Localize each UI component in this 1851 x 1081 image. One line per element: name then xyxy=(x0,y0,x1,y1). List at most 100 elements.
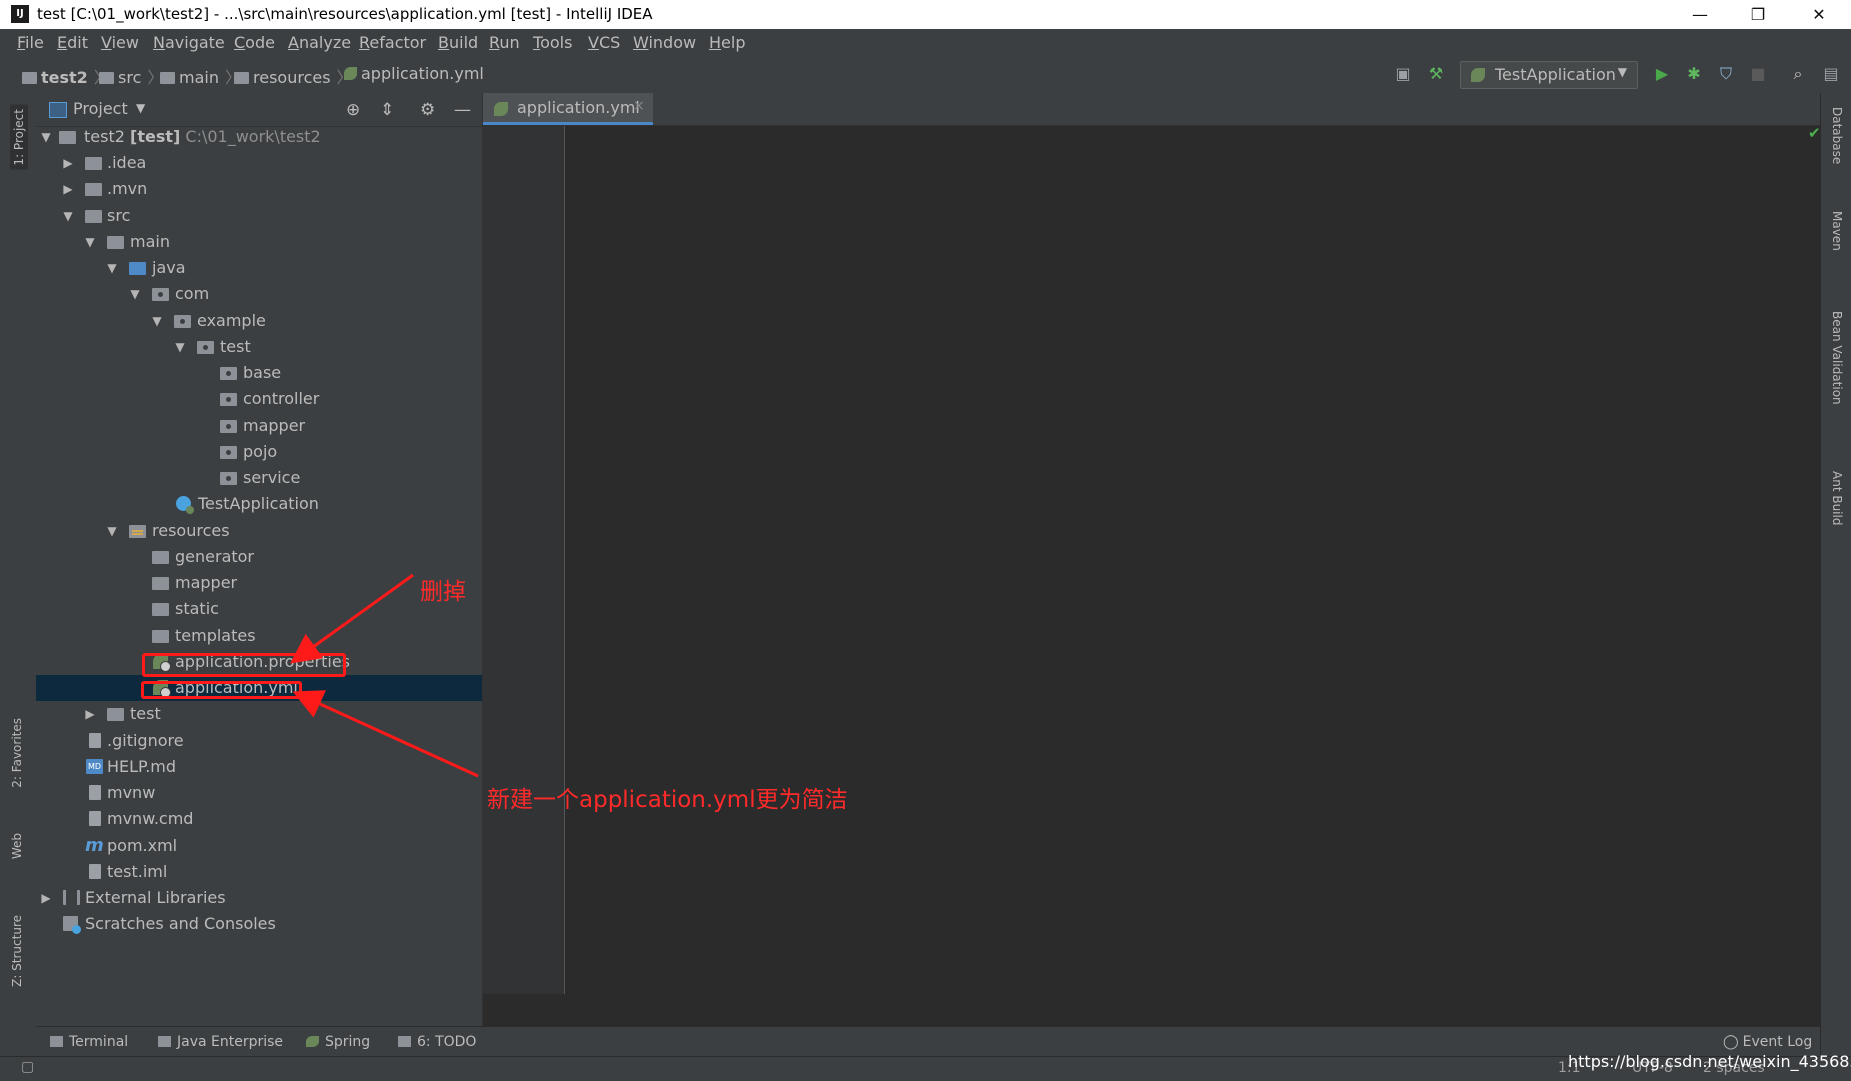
tree-item-templates[interactable]: templates xyxy=(36,623,482,649)
chevron-down-icon[interactable]: ▼ xyxy=(136,101,145,115)
tree-item-test-folder[interactable]: ▶ test xyxy=(36,701,482,727)
resources-folder-icon xyxy=(129,525,146,538)
run-configuration-select[interactable]: TestApplication ▼ xyxy=(1460,61,1638,89)
tree-item-testapplication[interactable]: TestApplication xyxy=(36,491,482,517)
breadcrumb-main[interactable]: main 〉 xyxy=(160,64,241,88)
tree-item-test-iml[interactable]: test.iml xyxy=(36,859,482,885)
chevron-down-icon[interactable]: ▼ xyxy=(173,334,187,360)
gear-icon[interactable]: ⚙ xyxy=(420,100,435,120)
close-button[interactable]: ✕ xyxy=(1796,0,1842,29)
project-view-select[interactable]: Project xyxy=(73,99,128,118)
hide-panel-icon[interactable]: — xyxy=(454,100,471,120)
tool-tab-web[interactable]: Web xyxy=(10,833,24,859)
chevron-right-icon[interactable]: ▶ xyxy=(83,701,97,727)
tool-event-log[interactable]: ◯ Event Log xyxy=(1723,1034,1812,1050)
tree-item-gitignore[interactable]: .gitignore xyxy=(36,728,482,754)
chevron-right-icon[interactable]: ▶ xyxy=(61,150,75,176)
project-folder-icon xyxy=(22,72,37,84)
chevron-down-icon[interactable]: ▼ xyxy=(61,203,75,229)
menu-tools[interactable]: Tools xyxy=(533,33,572,52)
menu-code[interactable]: Code xyxy=(234,33,275,52)
chevron-down-icon[interactable]: ▼ xyxy=(39,124,53,150)
inspection-ok-icon: ✔ xyxy=(1808,124,1821,142)
chevron-down-icon[interactable]: ▼ xyxy=(105,255,119,281)
tree-item-help-md[interactable]: MD HELP.md xyxy=(36,754,482,780)
minimize-button[interactable]: — xyxy=(1677,0,1723,29)
chevron-down-icon[interactable]: ▼ xyxy=(128,281,142,307)
menu-build[interactable]: Build xyxy=(438,33,478,52)
menu-vcs[interactable]: VCS xyxy=(588,33,620,52)
tree-item-scratches[interactable]: Scratches and Consoles xyxy=(36,911,482,937)
package-icon xyxy=(197,341,214,354)
breadcrumb-test2[interactable]: test2〉 xyxy=(22,64,110,88)
tool-tab-favorites[interactable]: 2: Favorites xyxy=(10,718,24,788)
tree-item-com[interactable]: ▼ com xyxy=(36,281,482,307)
menu-file[interactable]: File xyxy=(17,33,44,52)
tree-item-service[interactable]: service xyxy=(36,465,482,491)
search-icon[interactable]: ⌕ xyxy=(1787,63,1809,85)
tree-item-controller[interactable]: controller xyxy=(36,386,482,412)
tool-todo[interactable]: 6: TODO xyxy=(398,1034,476,1050)
menu-window[interactable]: Window xyxy=(633,33,696,52)
chevron-right-icon[interactable]: ▶ xyxy=(61,176,75,202)
menu-navigate[interactable]: Navigate xyxy=(153,33,225,52)
tree-item-external-libraries[interactable]: ▶ External Libraries xyxy=(36,885,482,911)
menu-analyze[interactable]: Analyze xyxy=(288,33,351,52)
chevron-down-icon[interactable]: ▼ xyxy=(83,229,97,255)
layout-toggle-icon[interactable]: ▢ xyxy=(21,1059,34,1075)
chevron-right-icon[interactable]: ▶ xyxy=(39,885,53,911)
run-icon[interactable]: ▶ xyxy=(1651,63,1673,85)
tree-item-src[interactable]: ▼ src xyxy=(36,203,482,229)
breadcrumb-src[interactable]: src 〉 xyxy=(99,64,163,88)
tree-item-test-package[interactable]: ▼ test xyxy=(36,334,482,360)
tool-java-enterprise[interactable]: Java Enterprise xyxy=(158,1034,283,1050)
chevron-down-icon[interactable]: ▼ xyxy=(105,518,119,544)
tree-item-java[interactable]: ▼ java xyxy=(36,255,482,281)
tool-tab-maven[interactable]: Maven xyxy=(1830,211,1844,251)
tab-application-yml[interactable]: application.yml × xyxy=(483,93,653,125)
build-hammer-icon[interactable]: ⚒ xyxy=(1425,63,1447,85)
tool-terminal[interactable]: Terminal xyxy=(50,1034,128,1050)
code-editor[interactable]: ✔ xyxy=(483,124,1821,994)
tree-item-test2[interactable]: ▼ test2 [test] C:\01_work\test2 xyxy=(36,124,482,150)
collapse-all-icon[interactable]: ⇕ xyxy=(380,100,394,120)
tree-item-idea[interactable]: ▶ .idea xyxy=(36,150,482,176)
tree-item-mapper-package[interactable]: mapper xyxy=(36,413,482,439)
menu-edit[interactable]: Edit xyxy=(57,33,88,52)
tree-item-mvnw[interactable]: mvnw xyxy=(36,780,482,806)
tree-item-pom-xml[interactable]: m pom.xml xyxy=(36,833,482,859)
debug-icon[interactable]: ✱ xyxy=(1683,63,1705,85)
tool-tab-database[interactable]: Database xyxy=(1830,107,1844,164)
tree-item-mvn[interactable]: ▶ .mvn xyxy=(36,176,482,202)
title-bar: IJ test [C:\01_work\test2] - ...\src\mai… xyxy=(0,0,1851,29)
breadcrumb-application-yml[interactable]: application.yml xyxy=(344,64,484,83)
tree-item-example[interactable]: ▼ example xyxy=(36,308,482,334)
menu-run[interactable]: Run xyxy=(489,33,520,52)
tool-tab-structure[interactable]: Z: Structure xyxy=(10,915,24,987)
locate-file-icon[interactable]: ⊕ xyxy=(346,100,360,120)
menu-view[interactable]: View xyxy=(101,33,139,52)
menu-refactor[interactable]: Refactor xyxy=(359,33,426,52)
maven-icon: m xyxy=(85,835,104,856)
tool-tab-ant-build[interactable]: Ant Build xyxy=(1830,471,1844,525)
tool-tab-bean-validation[interactable]: Bean Validation xyxy=(1830,311,1844,405)
tree-item-resources[interactable]: ▼ resources xyxy=(36,518,482,544)
project-structure-icon[interactable]: ▤ xyxy=(1820,63,1842,85)
stop-icon[interactable]: ■ xyxy=(1747,63,1769,85)
tree-item-base[interactable]: base xyxy=(36,360,482,386)
chevron-down-icon[interactable]: ▼ xyxy=(150,308,164,334)
tree-item-static[interactable]: static xyxy=(36,596,482,622)
tool-tab-project[interactable]: 1: Project xyxy=(10,105,28,170)
menu-help[interactable]: Help xyxy=(709,33,745,52)
tree-item-pojo[interactable]: pojo xyxy=(36,439,482,465)
close-tab-icon[interactable]: × xyxy=(633,98,645,114)
tool-spring[interactable]: Spring xyxy=(306,1034,370,1050)
tree-item-generator[interactable]: generator xyxy=(36,544,482,570)
window-icon[interactable]: ▣ xyxy=(1392,63,1414,85)
tree-item-main[interactable]: ▼ main xyxy=(36,229,482,255)
breadcrumb-resources[interactable]: resources〉 xyxy=(234,64,353,88)
coverage-icon[interactable]: ⛉ xyxy=(1715,63,1737,85)
tree-item-mvnw-cmd[interactable]: mvnw.cmd xyxy=(36,806,482,832)
tree-item-mapper-folder[interactable]: mapper xyxy=(36,570,482,596)
restore-button[interactable]: ❐ xyxy=(1735,0,1781,29)
